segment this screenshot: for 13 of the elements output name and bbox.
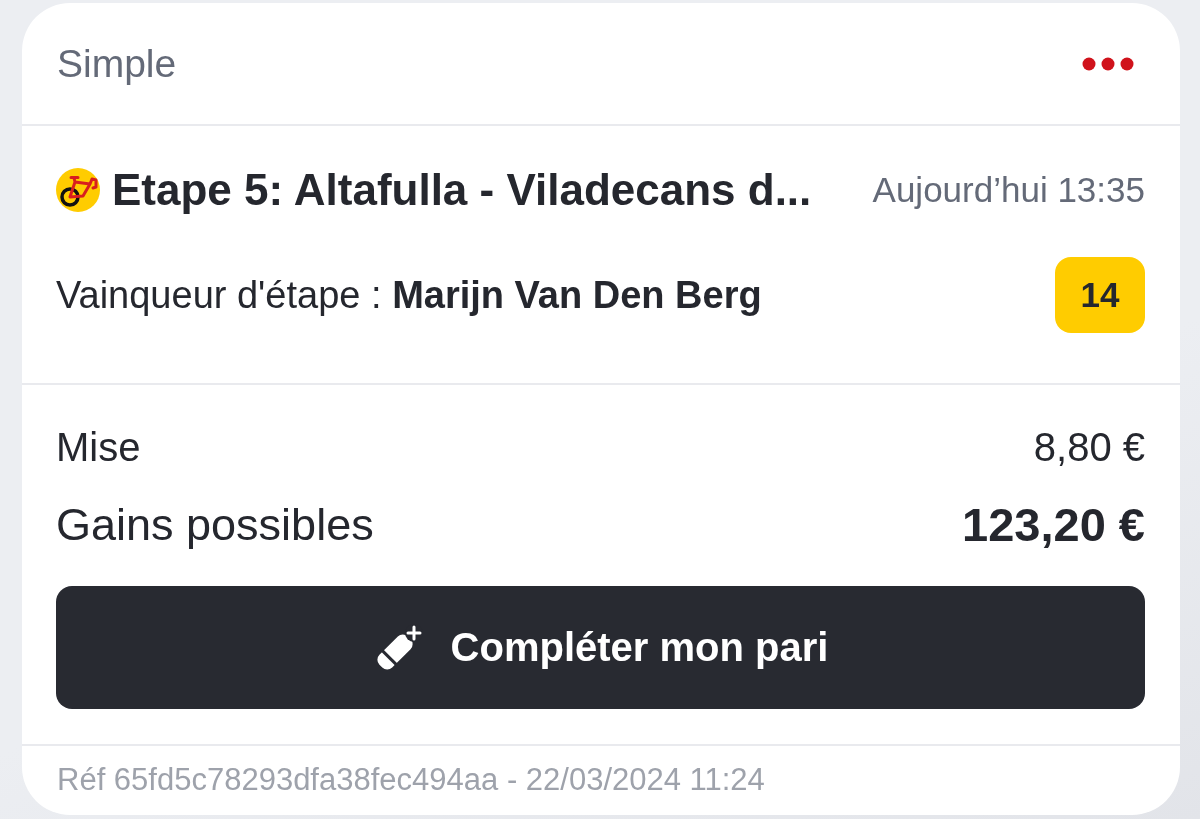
amount-value: 8,80 €: [1033, 424, 1145, 470]
amount-label: Gains possibles: [56, 498, 374, 552]
amount-label: Mise: [56, 424, 141, 470]
event-time: Aujourd’hui 13:35: [872, 169, 1145, 211]
complete-bet-button[interactable]: Compléter mon pari: [56, 586, 1145, 709]
bicycle-icon: [56, 168, 100, 212]
odds-badge: 14: [1055, 257, 1145, 333]
bet-reference: Réf 65fd5c78293dfa38fec494aa - 22/03/2024 11:24: [57, 762, 766, 798]
selection-text: Vainqueur d'étape : Marijn Van Den Berg: [56, 273, 762, 317]
event-title: Etape 5: Altafulla - Viladecans d...: [112, 164, 812, 216]
more-options-icon[interactable]: [1082, 56, 1134, 71]
bet-type-title: Simple: [57, 40, 177, 87]
amount-value: 123,20 €: [962, 498, 1145, 552]
